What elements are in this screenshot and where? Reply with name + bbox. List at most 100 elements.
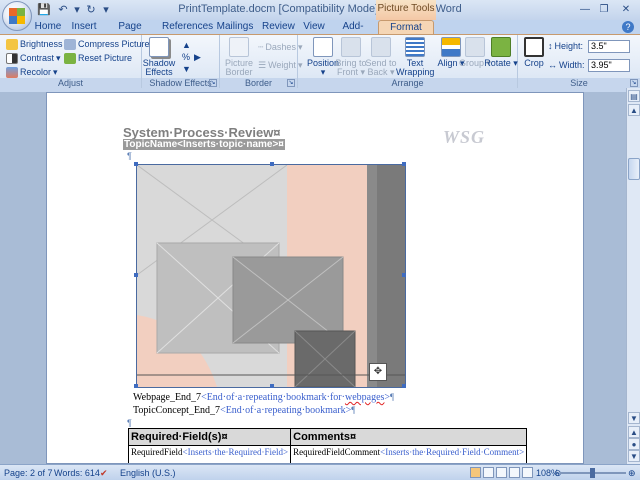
recolor-button[interactable]: Recolor ▾ [6,66,58,78]
browse-object-icon[interactable]: ● [628,438,640,450]
resize-handle-s[interactable] [270,384,274,388]
resize-handle-nw[interactable] [134,162,138,166]
picture-border-icon [229,37,249,57]
weight-button[interactable]: ☰ Weight ▾ [258,59,302,71]
height-icon: ↕ [548,41,553,51]
picture-border-button[interactable]: Picture Border ▾ [222,37,256,86]
tab-mailings[interactable]: Mailings [216,20,254,34]
topic-name-field[interactable]: TopicName<Inserts·topic·name>¤ [123,139,285,150]
header-comments[interactable]: Comments¤ [290,428,528,446]
nudge-shadow-down-icon[interactable]: ▼ [182,63,191,75]
text-wrapping-button[interactable]: Text Wrapping ▾ [396,37,434,86]
resize-handle-ne[interactable] [402,162,406,166]
selected-picture[interactable]: ✥ [134,162,406,388]
move-anchor-icon[interactable]: ✥ [369,363,387,381]
help-icon[interactable]: ? [622,21,634,33]
tab-references[interactable]: References [162,20,213,34]
weight-icon: ☰ [258,60,267,70]
required-fields-table[interactable]: Required·Field(s)¤ Comments¤ RequiredFie… [127,428,528,463]
reset-picture-button[interactable]: Reset Picture [64,52,132,64]
required-field-cell[interactable]: RequiredField<Inserts·the·Required·Field… [127,445,292,463]
group-arrange: Position ▾ Bring to Front ▾ Send to Back… [298,35,518,88]
tab-home[interactable]: Home [34,20,62,34]
compress-pictures-button[interactable]: Compress Pictures [64,38,154,50]
document-page[interactable]: System·Process·Review¤ TopicName<Inserts… [46,92,584,464]
bookmark-topicconcept-end[interactable]: TopicConcept_End_7<End·of·a·repeating·bo… [133,405,355,416]
status-bar: Page: 2 of 7 Words: 614 ✔ English (U.S.)… [0,464,640,480]
height-label: ↕ Height: [548,41,584,51]
scroll-up-icon[interactable]: ▲ [628,104,640,116]
size-launcher-icon[interactable]: ↘ [630,79,638,87]
border-launcher-icon[interactable]: ↘ [287,79,295,87]
brightness-button[interactable]: Brightness▾ [6,38,69,50]
window-controls: — ❐ ✕ [576,1,638,17]
document-title[interactable]: System·Process·Review¤ [123,125,281,140]
restore-icon[interactable]: ❐ [595,1,613,17]
office-button[interactable] [2,1,32,31]
resize-handle-e[interactable] [402,273,406,277]
scroll-thumb[interactable] [628,158,640,180]
rotate-button[interactable]: Rotate ▾ [484,37,518,77]
resize-handle-se[interactable] [402,384,406,388]
outline-view-icon[interactable] [509,467,520,478]
shadow-effects-button[interactable]: Shadow Effects ▾ [142,37,176,86]
height-input[interactable]: 3.5" [588,40,630,53]
window-title: PrintTemplate.docm [Compatibility Mode] … [178,3,462,15]
dashes-button[interactable]: ┄ Dashes ▾ [258,41,302,53]
full-screen-reading-view-icon[interactable] [483,467,494,478]
crop-button[interactable]: Crop [520,37,548,77]
zoom-in-icon[interactable]: ⊕ [628,467,636,479]
recolor-icon [6,66,18,78]
zoom-slider-thumb[interactable] [590,468,595,478]
send-to-back-button[interactable]: Send to Back ▾ [364,37,398,77]
dashes-icon: ┄ [258,42,264,52]
text-wrapping-icon [405,37,425,57]
width-icon: ↔ [548,60,557,70]
nudge-shadow-up-icon[interactable]: ▲ [182,39,191,51]
header-required-fields[interactable]: Required·Field(s)¤ [127,428,292,446]
scroll-down-icon[interactable]: ▼ [628,412,640,424]
bring-to-front-button[interactable]: Bring to Front ▾ [334,37,368,77]
proofing-icon[interactable]: ✔ [100,467,108,479]
ruler-toggle-icon[interactable]: ▤ [628,90,640,102]
ribbon: Brightness▾ Contrast▾ Recolor▾ Compress … [0,34,640,88]
group-border: Picture Border ▾ ┄ Dashes▾ ☰ Weight▾ Bor… [220,35,302,88]
page-indicator[interactable]: Page: 2 of 7 [4,467,53,479]
resize-handle-sw[interactable] [134,384,138,388]
group-shadow-effects: Shadow Effects ▾ ▲ ▶ ▼ % Shadow Effects … [142,35,220,88]
contrast-icon [6,52,18,64]
word-count[interactable]: Words: 614 [54,467,100,479]
required-field-comment-cell[interactable]: RequiredFieldComment<Inserts·the·Require… [290,445,528,463]
resize-handle-w[interactable] [134,273,138,277]
width-input[interactable]: 3.95" [588,59,630,72]
next-page-icon[interactable]: ▼ [628,450,640,462]
bring-to-front-icon [341,37,361,57]
rotate-icon [491,37,511,57]
shadow-icon [149,37,169,57]
group-adjust: Brightness▾ Contrast▾ Recolor▾ Compress … [0,35,154,88]
tab-insert[interactable]: Insert [70,20,98,34]
compress-icon [64,38,76,50]
shadow-launcher-icon[interactable]: ↘ [209,79,217,87]
print-layout-view-icon[interactable] [470,467,481,478]
tab-add-ins[interactable]: Add-Ins [336,20,370,45]
brightness-icon [6,38,18,50]
web-layout-view-icon[interactable] [496,467,507,478]
minimize-icon[interactable]: — [576,1,594,17]
tab-format[interactable]: Format [378,20,434,34]
tab-view[interactable]: View [300,20,328,34]
vertical-scrollbar[interactable]: ▤ ▲ ▼ ▲ ● ▼ [626,88,640,464]
bookmark-webpage-end[interactable]: Webpage_End_7<End·of·a·repeating·bookmar… [133,392,394,403]
contrast-button[interactable]: Contrast ▾ [6,52,61,64]
group-arrange-label: Arrange [298,78,517,88]
close-icon[interactable]: ✕ [614,1,638,17]
language-indicator[interactable]: English (U.S.) [120,467,176,479]
tab-page-layout[interactable]: Page Layout [106,20,154,45]
tab-review[interactable]: Review [262,20,295,34]
resize-handle-n[interactable] [270,162,274,166]
shadow-toggle-icon[interactable]: % [182,51,190,63]
nudge-shadow-right-icon[interactable]: ▶ [194,51,201,63]
group-adjust-label: Adjust [0,78,141,88]
previous-page-icon[interactable]: ▲ [628,426,640,438]
draft-view-icon[interactable] [522,467,533,478]
